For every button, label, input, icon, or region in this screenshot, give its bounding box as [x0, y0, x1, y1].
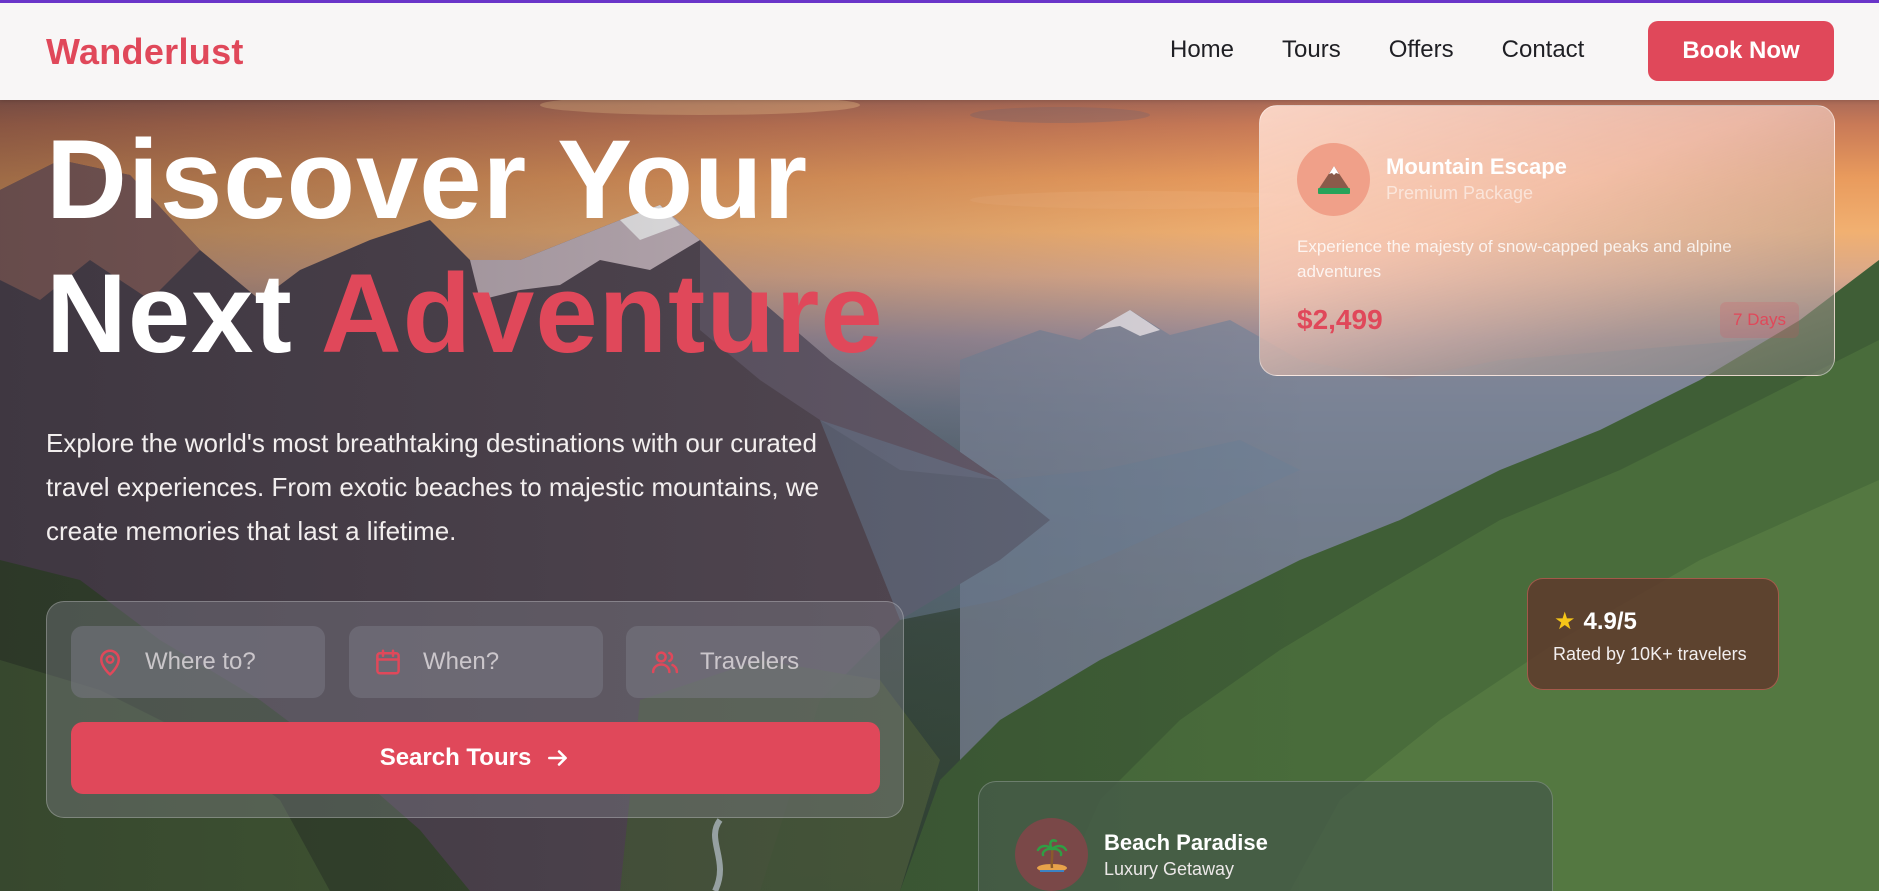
mountain-card-subtitle: Premium Package: [1386, 183, 1534, 203]
nav-link-offers[interactable]: Offers: [1389, 36, 1454, 64]
window-top-border: [0, 0, 1879, 3]
nav-link-contact[interactable]: Contact: [1502, 36, 1585, 64]
mountain-escape-card[interactable]: Mountain Escape Premium Package Experien…: [1259, 105, 1835, 376]
arrow-right-icon: [548, 750, 568, 766]
mountain-card-title: Mountain Escape: [1386, 154, 1567, 179]
date-placeholder: When?: [423, 648, 500, 675]
duration-badge: 7 Days: [1720, 302, 1799, 338]
mountain-card-price: $2,499: [1297, 304, 1383, 335]
headline-line-1: Discover Your: [46, 117, 809, 242]
search-tours-button[interactable]: Search Tours: [71, 722, 880, 794]
nav-link-home[interactable]: Home: [1170, 36, 1234, 64]
rating-card: ★ 4.9/5 Rated by 10K+ travelers: [1527, 578, 1779, 690]
destination-placeholder: Where to?: [145, 648, 256, 675]
nav-link-tours[interactable]: Tours: [1282, 36, 1341, 64]
hero-headline: Discover Your Next Adventure: [46, 113, 884, 381]
star-icon: ★: [1554, 608, 1576, 635]
date-field[interactable]: When?: [349, 626, 603, 698]
headline-line-2-plain: Next: [46, 251, 293, 376]
mountain-icon: [1317, 165, 1350, 194]
search-button-label: Search Tours: [379, 744, 532, 771]
rating-row: ★ 4.9/5: [1554, 607, 1637, 636]
headline-accent-word: Adventure: [320, 251, 884, 376]
beach-card-subtitle: Luxury Getaway: [1104, 859, 1235, 879]
palm-island-icon: [1036, 838, 1067, 872]
mountain-card-description: Experience the majesty of snow-capped pe…: [1297, 237, 1732, 281]
travelers-field[interactable]: Travelers: [626, 626, 880, 698]
brand-logo[interactable]: Wanderlust: [46, 31, 244, 73]
calendar-icon: [376, 649, 400, 675]
hero-subtitle: Explore the world's most breathtaking de…: [46, 428, 820, 546]
nav-links: Home Tours Offers Contact: [1170, 36, 1584, 64]
beach-avatar: [1015, 818, 1088, 891]
mountain-avatar: [1297, 143, 1370, 216]
rating-score: 4.9/5: [1583, 607, 1637, 635]
navbar: Wanderlust Home Tours Offers Contact Boo…: [0, 3, 1879, 100]
beach-paradise-card[interactable]: Beach Paradise Luxury Getaway: [978, 781, 1553, 891]
search-panel: Where to? When? Travelers Search Tours: [46, 601, 904, 818]
map-pin-icon: [100, 649, 120, 676]
beach-card-title: Beach Paradise: [1104, 830, 1268, 855]
travelers-placeholder: Travelers: [700, 648, 800, 675]
rating-caption: Rated by 10K+ travelers: [1553, 644, 1747, 664]
book-now-button[interactable]: Book Now: [1648, 21, 1834, 81]
destination-field[interactable]: Where to?: [71, 626, 325, 698]
users-icon: [651, 651, 679, 674]
